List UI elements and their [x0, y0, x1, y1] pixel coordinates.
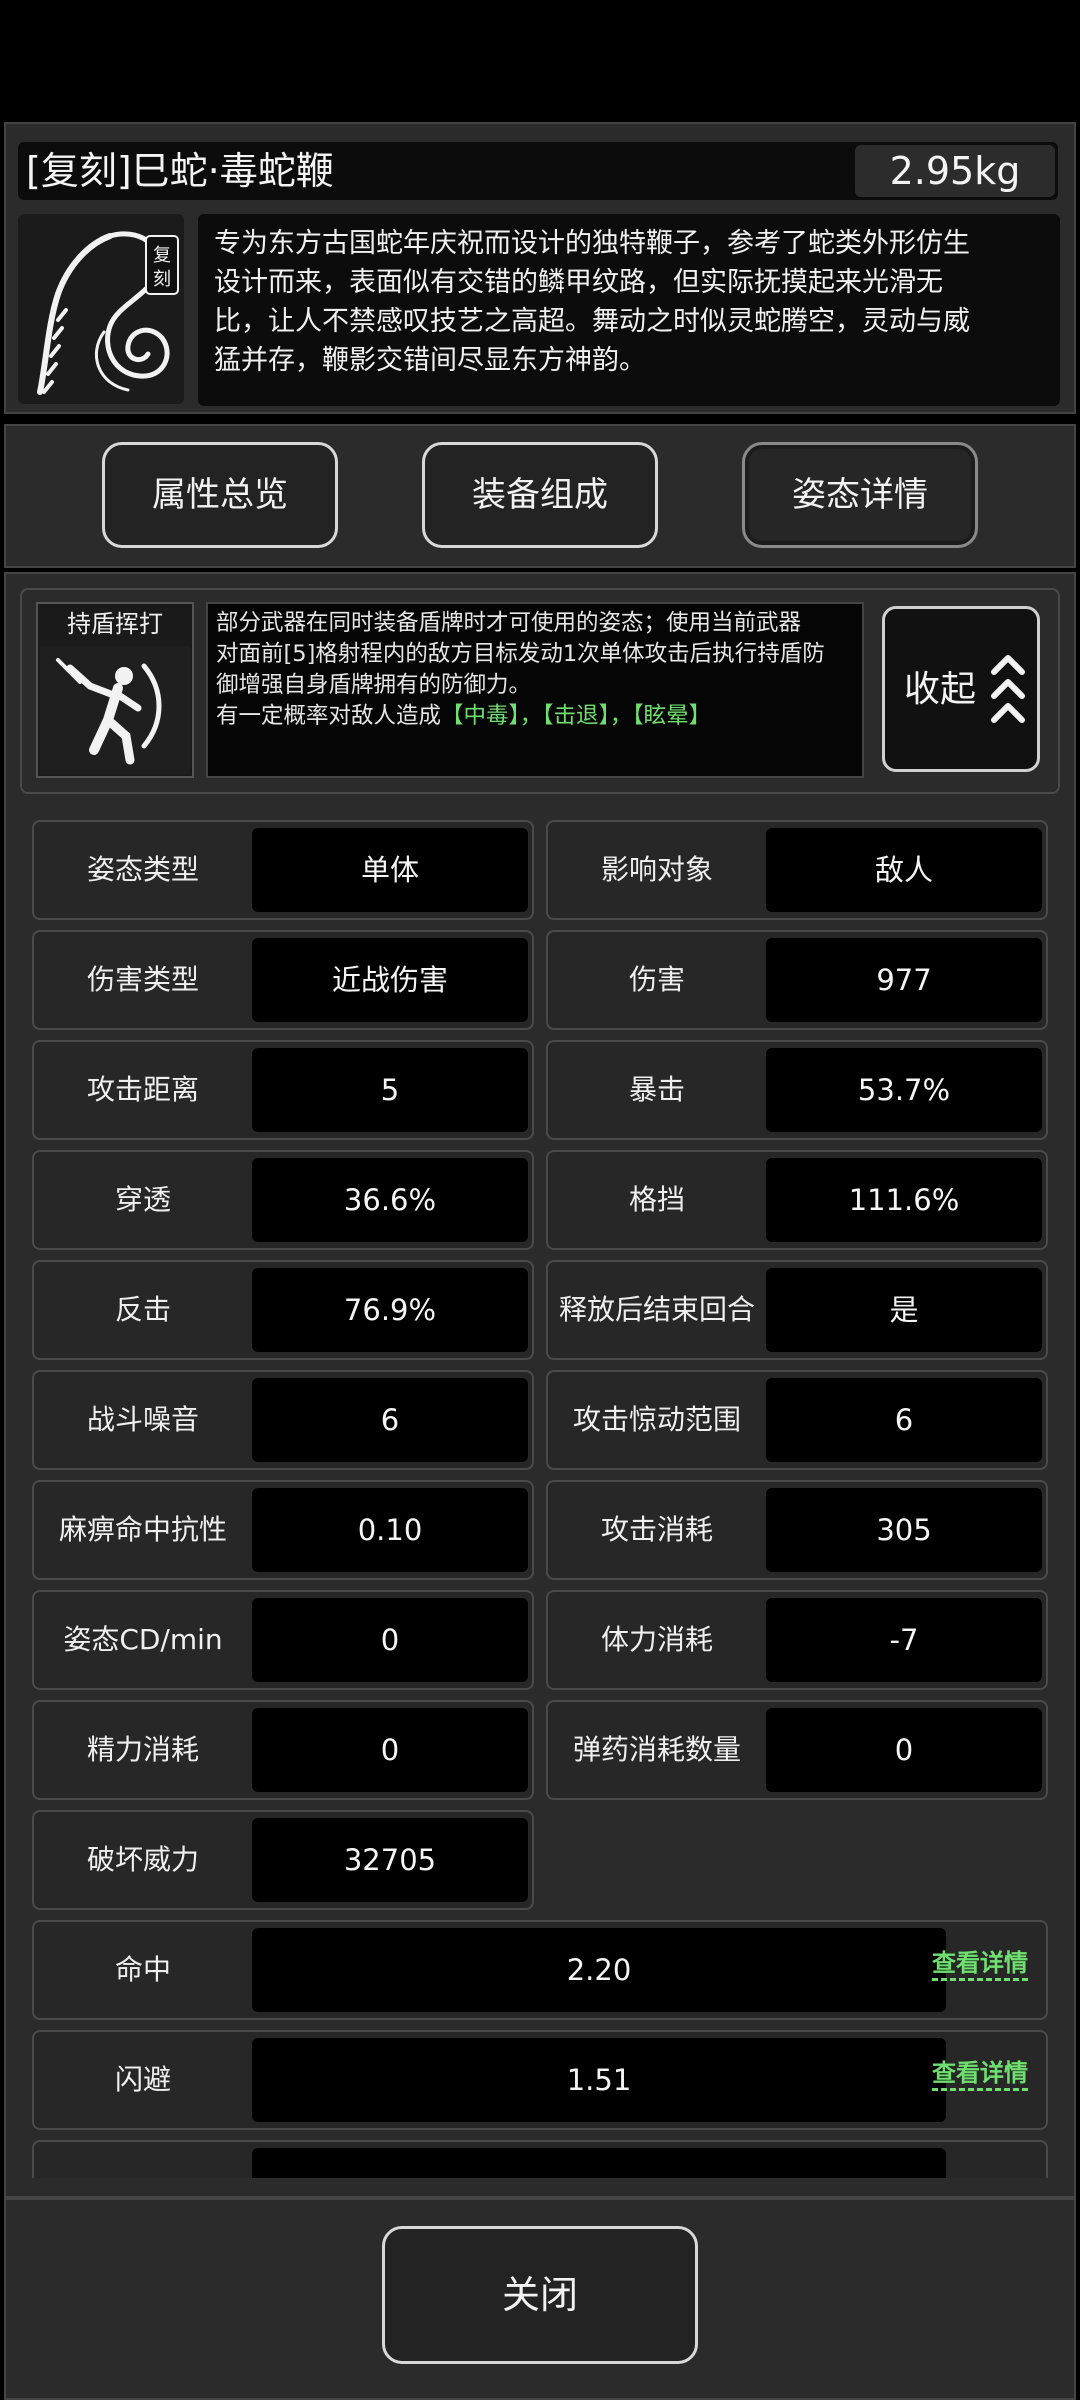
stat-label [34, 2142, 252, 2178]
item-description-line: 猛并存，鞭影交错间尽显东方神韵。 [214, 345, 646, 376]
stat-dodge: 闪避 1.51 查看详情 [32, 2030, 1048, 2130]
stat-value: 2.20 [252, 1928, 946, 2012]
stat-label: 闪避 [114, 2063, 171, 2096]
stat-value [252, 2148, 946, 2178]
item-badge-char-2: 刻 [153, 269, 171, 290]
stat-value: 5 [252, 1048, 528, 1132]
stat-destruction-power: 破坏威力 32705 [32, 1810, 534, 1910]
chevron-up-triple-icon [988, 650, 1028, 730]
stat-attack-range: 攻击距离 5 [32, 1040, 534, 1140]
stat-label: 释放后结束回合 [558, 1293, 755, 1326]
item-icon-frame: 复 刻 [18, 214, 184, 404]
stat-value: 32705 [252, 1818, 528, 1902]
stat-block: 格挡 111.6% [546, 1150, 1048, 1250]
stat-value: 1.51 [252, 2038, 946, 2122]
stat-combat-noise: 战斗噪音 6 [32, 1370, 534, 1470]
effect-poison: 【中毒】 [441, 703, 520, 729]
skill-description: 部分武器在同时装备盾牌时才可使用的姿态；使用当前武器 对面前[5]格射程内的敌方… [206, 602, 864, 778]
stat-value: 6 [252, 1378, 528, 1462]
stat-value: 36.6% [252, 1158, 528, 1242]
stat-label: 攻击惊动范围 [572, 1403, 741, 1436]
stat-value: 977 [766, 938, 1042, 1022]
stat-label: 弹药消耗数量 [572, 1733, 741, 1766]
stat-label: 反击 [114, 1293, 171, 1326]
shield-swing-icon [40, 646, 190, 774]
stat-label: 穿透 [114, 1183, 171, 1216]
item-description-line: 设计而来，表面似有交错的鳞甲纹路，但实际抚摸起来光滑无 [214, 267, 943, 298]
item-description-line: 比，让人不禁感叹技艺之高超。舞动之时似灵蛇腾空，灵动与威 [214, 306, 970, 337]
stat-label: 攻击消耗 [600, 1513, 713, 1546]
stat-value: -7 [766, 1598, 1042, 1682]
item-description: 专为东方古国蛇年庆祝而设计的独特鞭子，参考了蛇类外形仿生 设计而来，表面似有交错… [198, 214, 1060, 406]
stat-label: 伤害 [628, 963, 685, 996]
stat-stance-type: 姿态类型 单体 [32, 820, 534, 920]
stat-value: 0 [766, 1708, 1042, 1792]
skill-description-line: 御增强自身盾牌拥有的防御力。 [216, 672, 532, 698]
stat-value: 53.7% [766, 1048, 1042, 1132]
stat-value: 敌人 [766, 828, 1042, 912]
item-badge-char-1: 复 [153, 245, 171, 266]
stat-label: 体力消耗 [600, 1623, 713, 1656]
effect-knockback: 【击退】 [542, 703, 610, 729]
stat-label: 命中 [114, 1953, 171, 1986]
stat-paralysis-resist: 麻痹命中抗性 0.10 [32, 1480, 534, 1580]
stat-stance-cd: 姿态CD/min 0 [32, 1590, 534, 1690]
effect-separator: ， [519, 703, 543, 729]
item-description-line: 专为东方古国蛇年庆祝而设计的独特鞭子，参考了蛇类外形仿生 [214, 228, 970, 259]
stat-label: 战斗噪音 [86, 1403, 199, 1436]
skill-name: 持盾挥打 [67, 610, 163, 638]
stat-penetration: 穿透 36.6% [32, 1150, 534, 1250]
partially-hidden-row-clip [32, 2140, 1048, 2178]
stat-counterattack: 反击 76.9% [32, 1260, 534, 1360]
stat-value: 近战伤害 [252, 938, 528, 1022]
item-title: [复刻]巳蛇·毒蛇鞭 [26, 149, 334, 193]
stat-label: 麻痹命中抗性 [58, 1513, 227, 1546]
stat-target: 影响对象 敌人 [546, 820, 1048, 920]
stat-label: 精力消耗 [86, 1733, 199, 1766]
stat-attack-cost: 攻击消耗 305 [546, 1480, 1048, 1580]
stat-damage: 伤害 977 [546, 930, 1048, 1030]
stat-alert-range: 攻击惊动范围 6 [546, 1370, 1048, 1470]
stat-label: 姿态类型 [86, 853, 199, 886]
stat-partially-hidden [32, 2140, 1048, 2178]
stat-ammo-cost: 弹药消耗数量 0 [546, 1700, 1048, 1800]
stat-end-turn: 释放后结束回合是 [546, 1260, 1048, 1360]
stat-damage-type: 伤害类型 近战伤害 [32, 930, 534, 1030]
stat-energy-cost: 精力消耗 0 [32, 1700, 534, 1800]
stat-label: 破坏威力 [86, 1843, 199, 1876]
stat-label: 暴击 [628, 1073, 685, 1106]
skill-description-line: 对面前[5]格射程内的敌方目标发动1次单体攻击后执行持盾防 [216, 641, 825, 667]
collapse-label: 收起 [904, 669, 977, 710]
close-button[interactable]: 关闭 [382, 2226, 698, 2364]
skill-description-line: 部分武器在同时装备盾牌时才可使用的姿态；使用当前武器 [216, 610, 802, 636]
stat-value: 76.9% [252, 1268, 528, 1352]
stat-value: 单体 [252, 828, 528, 912]
effect-stun: 【眩晕】 [632, 703, 712, 729]
stat-label: 伤害类型 [86, 963, 199, 996]
stat-value: 111.6% [766, 1158, 1042, 1242]
tab-attribute-overview[interactable]: 属性总览 [102, 442, 338, 548]
view-details-link[interactable]: 查看详情 [932, 2058, 1028, 2091]
tab-equipment-composition[interactable]: 装备组成 [422, 442, 658, 548]
stat-label: 影响对象 [600, 853, 713, 886]
stat-stamina-cost: 体力消耗 -7 [546, 1590, 1048, 1690]
stat-value: 0 [252, 1708, 528, 1792]
stat-value: 6 [766, 1378, 1042, 1462]
item-weight: 2.95kg [855, 145, 1055, 197]
stat-critical: 暴击 53.7% [546, 1040, 1048, 1140]
stat-hit: 命中 2.20 查看详情 [32, 1920, 1048, 2020]
stat-label: 格挡 [628, 1183, 685, 1216]
tab-stance-details[interactable]: 姿态详情 [742, 442, 978, 548]
stat-value: 0.10 [252, 1488, 528, 1572]
skill-effect-prefix: 有一定概率对敌人造成 [216, 703, 442, 729]
stat-label: 攻击距离 [86, 1073, 199, 1106]
stat-value: 是 [766, 1268, 1042, 1352]
stat-value: 0 [252, 1598, 528, 1682]
view-details-link[interactable]: 查看详情 [932, 1948, 1028, 1981]
effect-separator: ， [609, 703, 633, 729]
snake-whip-icon: 复 刻 [37, 231, 179, 395]
skill-effect-line: 有一定概率对敌人造成【中毒】，【击退】，【眩晕】 [216, 701, 854, 732]
stat-label: 姿态CD/min [63, 1623, 223, 1656]
stat-value: 305 [766, 1488, 1042, 1572]
